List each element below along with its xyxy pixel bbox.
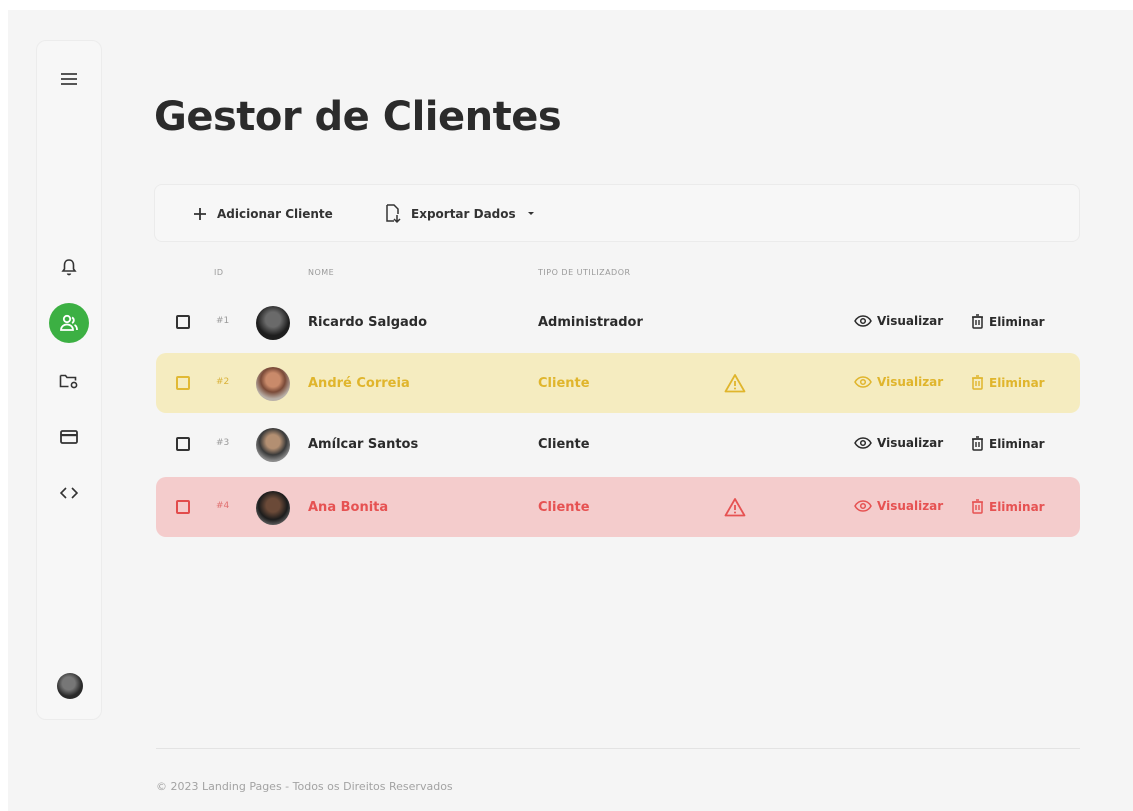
eye-icon (854, 376, 872, 388)
trash-icon (972, 314, 983, 329)
menu-icon[interactable] (49, 59, 89, 99)
view-button[interactable]: Visualizar (854, 436, 943, 450)
row-type: Administrador (538, 315, 643, 330)
delete-label: Eliminar (989, 375, 1045, 390)
avatar (256, 428, 290, 462)
row-type: Cliente (538, 437, 590, 452)
delete-label: Eliminar (989, 314, 1045, 329)
code-icon[interactable] (49, 473, 89, 513)
row-name: Ana Bonita (308, 500, 389, 515)
row-name: Ricardo Salgado (308, 315, 428, 330)
delete-button[interactable]: Eliminar (971, 314, 1045, 329)
row-type: Cliente (538, 376, 590, 391)
users-icon[interactable] (49, 303, 89, 343)
view-label: Visualizar (877, 436, 944, 450)
avatar (256, 306, 290, 340)
table-row: #2 André Correia Cliente Visualizar Elim… (156, 353, 1080, 413)
footer-divider (156, 748, 1080, 749)
row-name: Amílcar Santos (308, 437, 419, 452)
table-row: #4 Ana Bonita Cliente Visualizar Elimina… (156, 477, 1080, 537)
trash-icon (972, 375, 983, 390)
page-title: Gestor de Clientes (154, 94, 562, 140)
avatar (256, 491, 290, 525)
bell-icon[interactable] (49, 247, 89, 287)
view-label: Visualizar (877, 375, 944, 389)
table-row: #1 Ricardo Salgado Administrador Visuali… (156, 292, 1080, 352)
eye-icon (854, 437, 872, 449)
delete-label: Eliminar (989, 499, 1045, 514)
row-checkbox[interactable] (176, 315, 190, 329)
trash-icon (972, 499, 983, 514)
file-export-icon (386, 204, 401, 224)
footer-text: © 2023 Landing Pages - Todos os Direitos… (156, 780, 453, 793)
row-id: #4 (216, 501, 230, 511)
delete-button[interactable]: Eliminar (971, 499, 1045, 514)
view-label: Visualizar (877, 314, 944, 328)
row-checkbox[interactable] (176, 437, 190, 451)
row-checkbox[interactable] (176, 376, 190, 390)
view-button[interactable]: Visualizar (854, 314, 943, 328)
user-avatar[interactable] (57, 673, 83, 699)
chevron-down-icon (527, 212, 534, 215)
add-client-button[interactable]: Adicionar Cliente (193, 203, 333, 225)
row-id: #1 (216, 316, 230, 326)
column-header-type: TIPO DE UTILIZADOR (538, 268, 631, 277)
delete-button[interactable]: Eliminar (971, 436, 1045, 451)
view-button[interactable]: Visualizar (854, 499, 943, 513)
row-name: André Correia (308, 376, 410, 391)
row-id: #2 (216, 377, 230, 387)
toolbar: Adicionar Cliente Exportar Dados (154, 184, 1080, 242)
eye-icon (854, 315, 872, 327)
view-button[interactable]: Visualizar (854, 375, 943, 389)
delete-button[interactable]: Eliminar (971, 375, 1045, 390)
eye-icon (854, 500, 872, 512)
warning-icon (724, 498, 746, 517)
view-label: Visualizar (877, 499, 944, 513)
avatar (256, 367, 290, 401)
plus-icon (194, 208, 206, 220)
table-row: #3 Amílcar Santos Cliente Visualizar Eli… (156, 414, 1080, 474)
row-checkbox[interactable] (176, 500, 190, 514)
export-data-button[interactable]: Exportar Dados (385, 203, 536, 225)
folder-settings-icon[interactable] (49, 361, 89, 401)
row-id: #3 (216, 438, 230, 448)
export-data-label: Exportar Dados (411, 207, 516, 221)
delete-label: Eliminar (989, 436, 1045, 451)
column-header-name: NOME (308, 268, 335, 277)
row-type: Cliente (538, 500, 590, 515)
card-icon[interactable] (49, 417, 89, 457)
trash-icon (972, 436, 983, 451)
sidebar (36, 40, 102, 720)
add-client-label: Adicionar Cliente (217, 207, 333, 221)
warning-icon (724, 374, 746, 393)
column-header-id: ID (214, 268, 224, 277)
